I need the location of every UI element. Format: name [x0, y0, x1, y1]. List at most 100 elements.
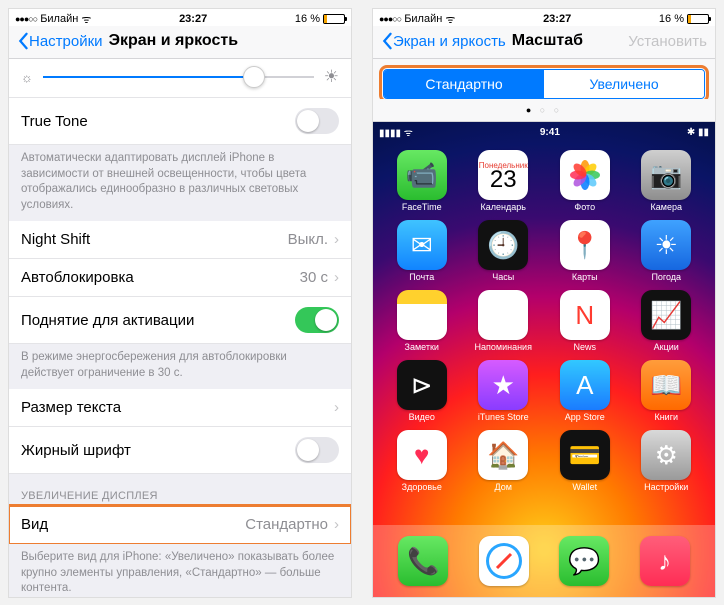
autolock-label: Автоблокировка: [21, 269, 300, 286]
app-icon: 📷: [641, 150, 691, 200]
app-label: Акции: [654, 342, 679, 352]
nav-header: Экран и яркость Масштаб Установить: [373, 26, 715, 59]
night-shift-label: Night Shift: [21, 231, 288, 248]
raise-label: Поднятие для активации: [21, 312, 295, 329]
carrier-label: Билайн: [40, 13, 78, 25]
app-icon: 📹: [397, 150, 447, 200]
raise-toggle[interactable]: [295, 307, 339, 333]
bold-text-toggle[interactable]: [295, 437, 339, 463]
app-label: Здоровье: [402, 482, 442, 492]
preview-status-bar: ▮▮▮▮ ᯤ 9:41 ✱ ▮▮: [379, 125, 709, 139]
app-здоровье[interactable]: ♥ Здоровье: [383, 430, 461, 492]
app-часы[interactable]: 🕘Часы: [465, 220, 543, 282]
sun-max-icon: ☀: [324, 67, 339, 87]
app-icon: ⊳: [397, 360, 447, 410]
back-button[interactable]: Настройки: [17, 32, 103, 50]
app-label: Погода: [651, 272, 681, 282]
text-size-label: Размер текста: [21, 399, 328, 416]
app-календарь[interactable]: Понедельник23 Календарь: [465, 150, 543, 212]
battery-pct: 16 %: [659, 13, 684, 25]
app-icon: 📞: [398, 536, 448, 586]
true-tone-label: True Tone: [21, 113, 295, 130]
app-видео[interactable]: ⊳ Видео: [383, 360, 461, 422]
app-label: Настройки: [644, 482, 688, 492]
app-facetime[interactable]: 📹 FaceTime: [383, 150, 461, 212]
brightness-slider-row: ☼ ☀: [9, 59, 351, 98]
raise-note: В режиме энергосбережения для автоблокир…: [9, 344, 351, 389]
app-настройки[interactable]: ⚙Настройки: [628, 430, 706, 492]
segment-zoomed[interactable]: Увеличено: [544, 70, 704, 98]
app-icon: [479, 536, 529, 586]
app-icon: [560, 150, 610, 200]
app-news[interactable]: NNews: [546, 290, 624, 352]
app-icon: Понедельник23: [478, 150, 528, 200]
app-фото[interactable]: Фото: [546, 150, 624, 212]
app-icon: A: [560, 360, 610, 410]
app-дом[interactable]: 🏠 Дом: [465, 430, 543, 492]
app-icon: ≡: [478, 290, 528, 340]
app-label: Календарь: [481, 202, 526, 212]
wifi-icon: ᯤ: [445, 12, 455, 27]
app-погода[interactable]: ☀Погода: [628, 220, 706, 282]
battery-icon: [323, 14, 345, 24]
app-safari[interactable]: [479, 536, 529, 586]
app-label: Камера: [651, 202, 682, 212]
app-label: Дом: [495, 482, 512, 492]
app-почта[interactable]: ✉Почта: [383, 220, 461, 282]
segment-standard[interactable]: Стандартно: [384, 70, 544, 98]
night-shift-value: Выкл.: [288, 231, 328, 248]
night-shift-row[interactable]: Night Shift Выкл. ›: [9, 221, 351, 259]
app-label: Wallet: [572, 482, 597, 492]
app-label: App Store: [565, 412, 605, 422]
true-tone-toggle[interactable]: [295, 108, 339, 134]
view-label: Вид: [21, 516, 245, 533]
battery-full-icon: ✱ ▮▮: [687, 127, 709, 138]
app-messages[interactable]: 💬: [559, 536, 609, 586]
app-label: FaceTime: [402, 202, 442, 212]
app-карты[interactable]: 📍Карты: [546, 220, 624, 282]
app-icon: 🏠: [478, 430, 528, 480]
app-label: Фото: [574, 202, 595, 212]
battery-pct: 16 %: [295, 13, 320, 25]
raise-to-wake-row: Поднятие для активации: [9, 297, 351, 344]
back-button[interactable]: Экран и яркость: [381, 32, 506, 50]
app-app-store[interactable]: A App Store: [546, 360, 624, 422]
signal-icon: ▮▮▮▮ ᯤ: [379, 125, 413, 139]
app-напоминания[interactable]: ≡Напоминания: [465, 290, 543, 352]
preview-time: 9:41: [540, 127, 560, 138]
bold-text-label: Жирный шрифт: [21, 442, 295, 459]
chevron-right-icon: ›: [334, 516, 339, 533]
app-label: Заметки: [405, 342, 439, 352]
app-wallet[interactable]: 💳 Wallet: [546, 430, 624, 492]
app-label: iTunes Store: [478, 412, 529, 422]
status-time: 23:27: [179, 13, 207, 25]
status-bar: ●●●○○ Билайн ᯤ 23:27 16 %: [373, 9, 715, 26]
text-size-row[interactable]: Размер текста ›: [9, 389, 351, 427]
app-акции[interactable]: 📈Акции: [628, 290, 706, 352]
app-label: Видео: [409, 412, 435, 422]
app-книги[interactable]: 📖Книги: [628, 360, 706, 422]
view-row[interactable]: Вид Стандартно ›: [9, 506, 351, 544]
app-itunes-store[interactable]: ★ iTunes Store: [465, 360, 543, 422]
display-zoom-header: УВЕЛИЧЕНИЕ ДИСПЛЕЯ: [9, 474, 351, 506]
app-icon: 💳: [560, 430, 610, 480]
app-камера[interactable]: 📷 Камера: [628, 150, 706, 212]
app-icon: 📖: [641, 360, 691, 410]
app-music[interactable]: ♪: [640, 536, 690, 586]
page-indicator: ● ○ ○: [373, 99, 715, 122]
autolock-row[interactable]: Автоблокировка 30 с ›: [9, 259, 351, 297]
bold-text-row: Жирный шрифт: [9, 427, 351, 474]
status-time: 23:27: [543, 13, 571, 25]
brightness-slider[interactable]: [43, 76, 314, 78]
sun-min-icon: ☼: [21, 70, 33, 85]
app-заметки[interactable]: Заметки: [383, 290, 461, 352]
app-label: Карты: [572, 272, 598, 282]
app-icon: ★: [478, 360, 528, 410]
set-button[interactable]: Установить: [628, 33, 707, 50]
zoom-segmented-control: Стандартно Увеличено: [383, 69, 705, 99]
homescreen-preview: ▮▮▮▮ ᯤ 9:41 ✱ ▮▮ 📹 FaceTime Понедельник23 К…: [373, 122, 715, 597]
app-label: News: [573, 342, 596, 352]
status-bar: ●●●○○ Билайн ᯤ 23:27 16 %: [9, 9, 351, 26]
app-phone[interactable]: 📞: [398, 536, 448, 586]
app-icon: ♥: [397, 430, 447, 480]
